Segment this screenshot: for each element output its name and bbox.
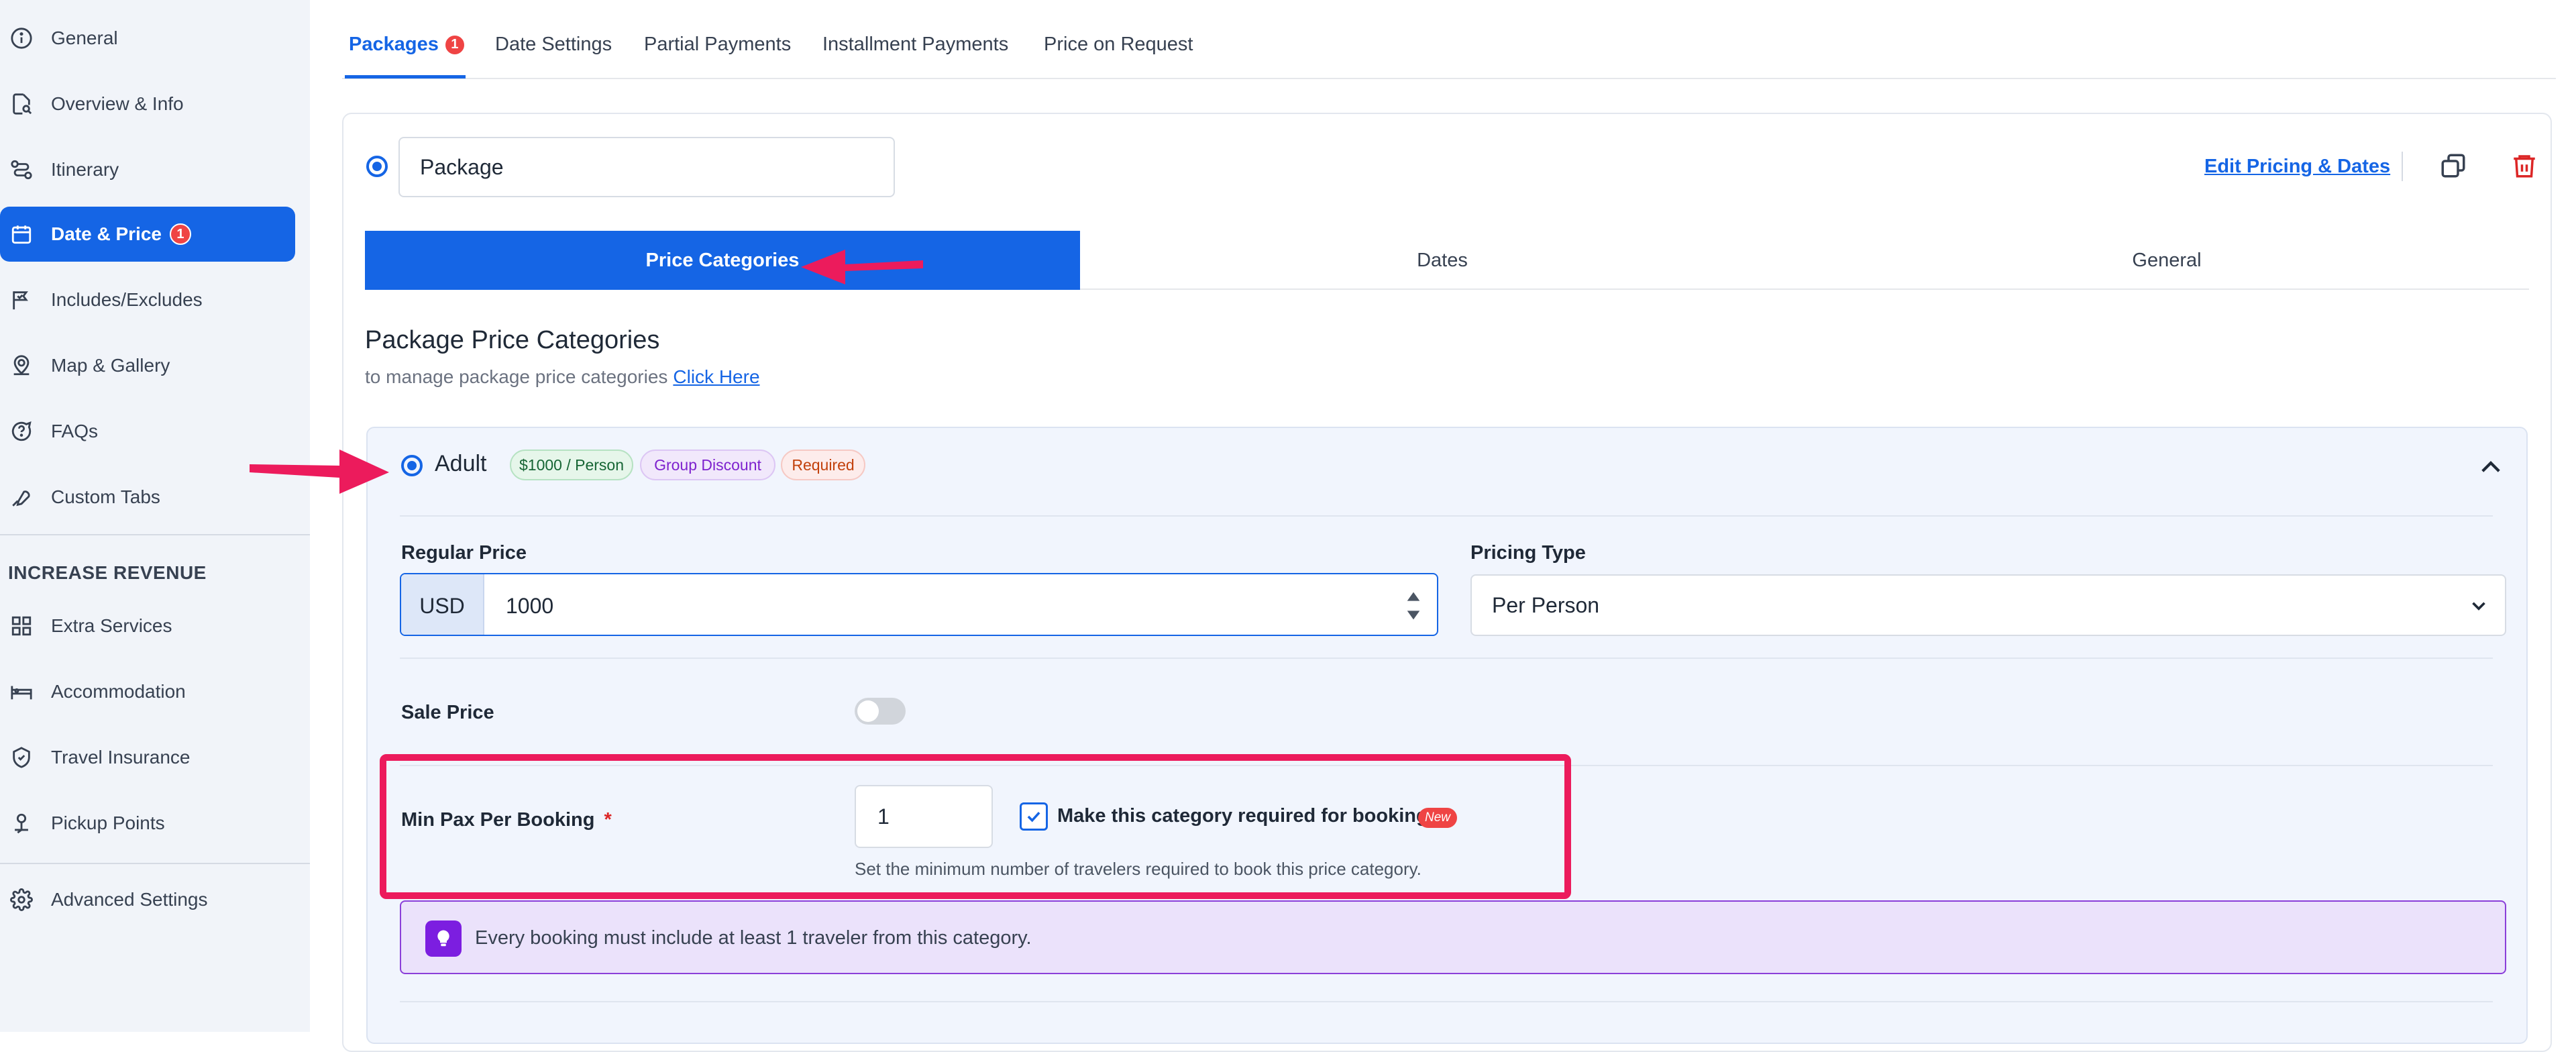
sidebar-item-includes[interactable]: Includes/Excludes [0,272,295,327]
annotation-arrow-icon [250,450,389,494]
tab-dates[interactable]: Dates [1080,231,1805,290]
sidebar-item-label: Travel Insurance [51,747,191,768]
tab-label: Packages [349,34,439,55]
info-notice: Every booking must include at least 1 tr… [400,900,2506,974]
sidebar-item-overview[interactable]: Overview & Info [0,76,295,132]
map-pin-icon [8,352,35,379]
sidebar-item-date-price[interactable]: Date & Price 1 [0,207,295,262]
sidebar-item-accommodation[interactable]: Accommodation [0,664,295,719]
edit-pricing-dates-link[interactable]: Edit Pricing & Dates [2204,156,2390,178]
duplicate-icon[interactable] [2439,152,2467,183]
regular-price-field[interactable]: USD 1000 [400,573,1438,636]
section-subtitle: to manage package price categories Click … [365,366,760,388]
sidebar-item-label: Advanced Settings [51,889,208,910]
sale-price-label: Sale Price [401,702,494,723]
section-title: Package Price Categories [365,326,660,354]
sidebar-item-label: Date & Price [51,223,162,244]
sidebar-item-label: General [51,28,118,48]
tab-general[interactable]: General [1805,231,2529,290]
pickup-pin-icon [8,810,35,837]
annotation-highlight-box [380,754,1571,899]
sidebar-divider [0,863,310,864]
divider [400,515,2493,517]
inner-tabs: Price Categories Dates General [365,231,2529,290]
sidebar-item-label: Custom Tabs [51,486,160,507]
delete-icon[interactable] [2510,152,2538,183]
sidebar-item-map-gallery[interactable]: Map & Gallery [0,338,295,393]
category-name: Adult [435,451,487,476]
divider [400,1001,2493,1002]
tab-date-settings[interactable]: Date Settings [495,34,612,56]
sidebar-item-itinerary[interactable]: Itinerary [0,142,295,197]
pricing-type-label: Pricing Type [1470,542,1586,564]
pricing-type-value: Per Person [1492,592,1600,617]
subtitle-text: to manage package price categories [365,366,668,387]
info-icon [8,25,35,52]
sidebar-item-label: FAQs [51,421,99,441]
chevron-down-icon [2467,594,2490,623]
document-search-icon [8,91,35,117]
grid-icon [8,613,35,639]
sidebar-item-label: Overview & Info [51,93,184,114]
sidebar-item-general[interactable]: General [0,11,295,66]
chevron-up-icon[interactable] [2477,454,2505,485]
pricing-type-select[interactable]: Per Person [1470,574,2506,636]
toolbar-divider [2402,152,2403,181]
wrench-icon [8,484,35,511]
sidebar-item-travel-insurance[interactable]: Travel Insurance [0,730,295,785]
sidebar-item-pickup-points[interactable]: Pickup Points [0,796,295,851]
route-icon [8,156,35,183]
sidebar-item-label: Includes/Excludes [51,289,203,310]
package-radio[interactable] [366,156,388,177]
tab-packages[interactable]: Packages 1 [349,34,466,56]
bed-icon [8,678,35,705]
annotation-arrow-icon [801,250,923,284]
flag-icon [8,286,35,313]
sidebar-section-heading: INCREASE REVENUE [8,562,207,583]
lightbulb-icon [425,920,462,957]
sidebar-item-label: Itinerary [51,159,119,180]
regular-price-value: 1000 [506,593,554,618]
required-chip: Required [781,450,865,480]
tab-price-categories[interactable]: Price Categories [365,231,1080,290]
package-name-input[interactable]: Package [398,137,895,197]
tab-installment-payments[interactable]: Installment Payments [822,34,1008,56]
sidebar-item-label: Accommodation [51,681,186,702]
sidebar-item-extra-services[interactable]: Extra Services [0,598,295,653]
active-tab-indicator [345,75,466,78]
sidebar: General Overview & Info Itinerary Date &… [0,0,310,1032]
notice-text: Every booking must include at least 1 tr… [475,927,1032,949]
notification-badge: 1 [169,223,191,245]
regular-price-label: Regular Price [401,542,527,564]
group-discount-chip: Group Discount [640,450,775,480]
sidebar-item-label: Map & Gallery [51,355,170,376]
category-radio[interactable] [401,455,423,476]
sidebar-item-label: Extra Services [51,615,172,636]
sidebar-item-advanced-settings[interactable]: Advanced Settings [0,872,295,927]
tab-price-on-request[interactable]: Price on Request [1044,34,1193,56]
tab-partial-payments[interactable]: Partial Payments [644,34,791,56]
gear-icon [8,886,35,913]
shield-icon [8,744,35,771]
calendar-icon [8,221,35,248]
tabs-divider [342,78,2556,79]
notification-badge: 1 [443,34,466,56]
divider [400,658,2493,659]
sidebar-item-label: Pickup Points [51,812,165,833]
currency-prefix: USD [401,574,484,635]
price-chip: $1000 / Person [510,450,633,480]
number-stepper-icon[interactable] [1405,588,1422,627]
question-bubble-icon [8,418,35,445]
sidebar-divider [0,534,310,535]
sale-price-toggle[interactable] [855,698,906,725]
click-here-link[interactable]: Click Here [673,366,759,387]
